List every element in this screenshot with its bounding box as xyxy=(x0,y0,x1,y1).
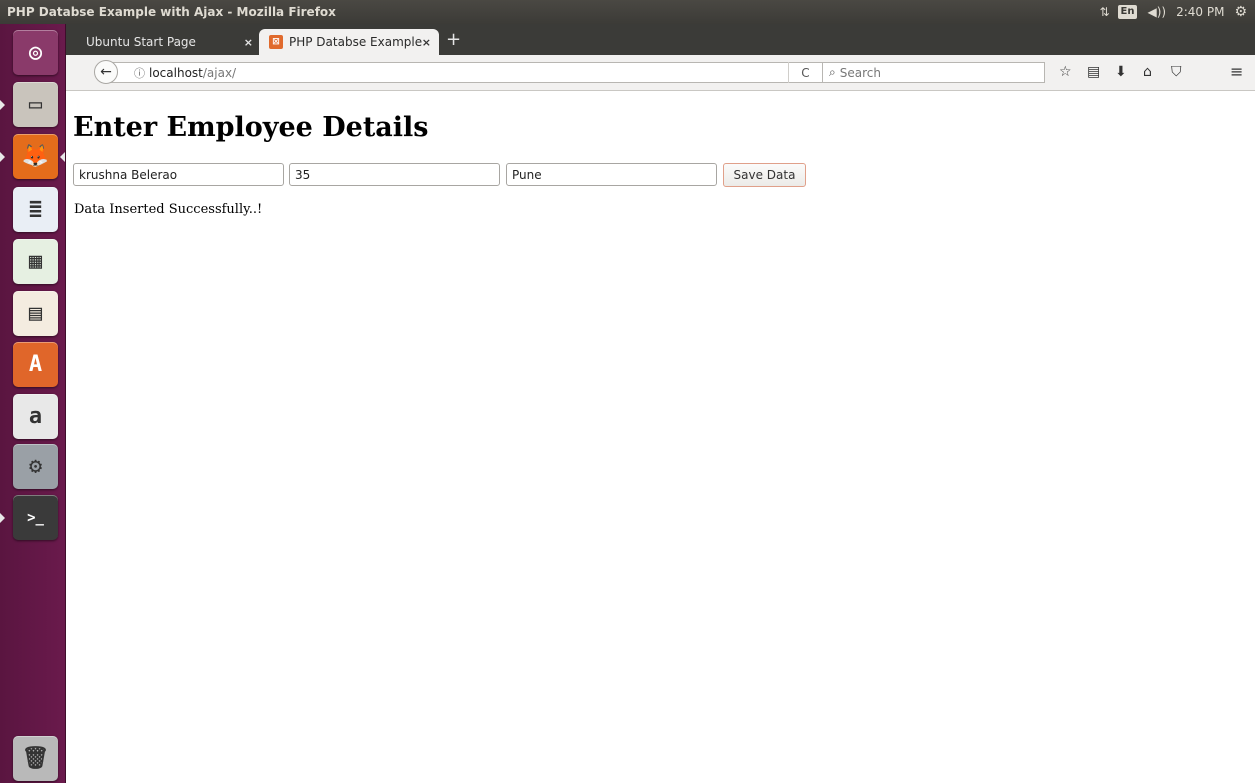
page-content: Enter Employee Details Save Data Data In… xyxy=(66,92,1255,783)
bookmark-star-icon[interactable]: ☆ xyxy=(1059,64,1072,80)
search-input[interactable]: ⌕ Search xyxy=(822,62,1045,83)
navigation-bar: ⓘ localhost/ajax/ C ← ⌕ Search ☆ ▤ ⬇ ⌂ ⛉… xyxy=(66,55,1255,91)
search-icon: ⌕ xyxy=(829,65,836,79)
launcher-trash-icon[interactable]: 🗑 xyxy=(13,736,58,781)
window-title: PHP Databse Example with Ajax - Mozilla … xyxy=(7,5,336,19)
focused-indicator xyxy=(60,152,65,162)
save-data-button[interactable]: Save Data xyxy=(723,163,806,187)
launcher-terminal-icon[interactable]: >_ xyxy=(13,495,58,540)
url-bar[interactable]: ⓘ localhost/ajax/ C xyxy=(110,62,823,83)
launcher-libreoffice-impress-icon[interactable]: ▤ xyxy=(13,291,58,336)
reload-icon: C xyxy=(801,65,810,80)
tab-label: Ubuntu Start Page xyxy=(86,35,196,49)
url-host: localhost xyxy=(149,65,203,80)
site-info-icon[interactable]: ⓘ xyxy=(134,65,145,81)
launcher-amazon-icon[interactable]: a xyxy=(13,394,58,439)
city-input[interactable] xyxy=(506,163,717,186)
network-indicator-icon[interactable]: ⇅ xyxy=(1099,5,1109,19)
top-panel: PHP Databse Example with Ajax - Mozilla … xyxy=(0,0,1255,24)
name-input[interactable] xyxy=(73,163,284,186)
tab-ubuntu-start-page[interactable]: Ubuntu Start Page × xyxy=(76,29,261,55)
launcher: ◎ ▭ 🦊 ≣ ▦ ▤ Aa ⚙ >_ 🗑 xyxy=(0,24,66,783)
result-message: Data Inserted Successfully..! xyxy=(74,202,263,217)
running-indicator xyxy=(0,152,5,162)
clock[interactable]: 2:40 PM xyxy=(1176,5,1224,19)
back-button[interactable]: ← xyxy=(94,60,118,84)
close-tab-icon[interactable]: × xyxy=(244,36,253,49)
keyboard-layout-indicator[interactable]: En xyxy=(1117,5,1138,19)
launcher-software-center-icon[interactable]: A xyxy=(13,342,58,387)
launcher-libreoffice-calc-icon[interactable]: ▦ xyxy=(13,239,58,284)
pocket-icon[interactable]: ⛉ xyxy=(1171,64,1182,80)
menu-icon[interactable]: ≡ xyxy=(1230,62,1243,81)
page-title: Enter Employee Details xyxy=(73,112,429,143)
downloads-icon[interactable]: ⬇ xyxy=(1115,64,1127,80)
search-placeholder: Search xyxy=(839,65,881,80)
reload-button[interactable]: C xyxy=(788,62,822,83)
tab-label: PHP Databse Example xyxy=(289,35,423,49)
age-input[interactable] xyxy=(289,163,500,186)
new-tab-button[interactable]: + xyxy=(446,30,461,50)
volume-icon[interactable]: ◀)) xyxy=(1147,5,1166,19)
session-gear-icon[interactable]: ⚙ xyxy=(1234,4,1247,20)
launcher-libreoffice-writer-icon[interactable]: ≣ xyxy=(13,187,58,232)
running-indicator xyxy=(0,100,5,110)
indicators: ⇅ En ◀)) 2:40 PM ⚙ xyxy=(1099,4,1255,20)
tab-php-database-example[interactable]: ⊠ PHP Databse Example × xyxy=(259,29,439,55)
launcher-dash-home-icon[interactable]: ◎ xyxy=(13,30,58,75)
launcher-firefox-icon[interactable]: 🦊 xyxy=(13,134,58,179)
close-tab-icon[interactable]: × xyxy=(422,36,431,49)
launcher-files-icon[interactable]: ▭ xyxy=(13,82,58,127)
home-icon[interactable]: ⌂ xyxy=(1143,64,1152,80)
favicon-icon: ⊠ xyxy=(269,35,283,49)
tab-bar: Ubuntu Start Page × ⊠ PHP Databse Exampl… xyxy=(66,24,1255,55)
launcher-system-settings-icon[interactable]: ⚙ xyxy=(13,444,58,489)
running-indicator xyxy=(0,513,5,523)
bookmarks-library-icon[interactable]: ▤ xyxy=(1087,64,1100,80)
url-path: /ajax/ xyxy=(202,65,237,80)
